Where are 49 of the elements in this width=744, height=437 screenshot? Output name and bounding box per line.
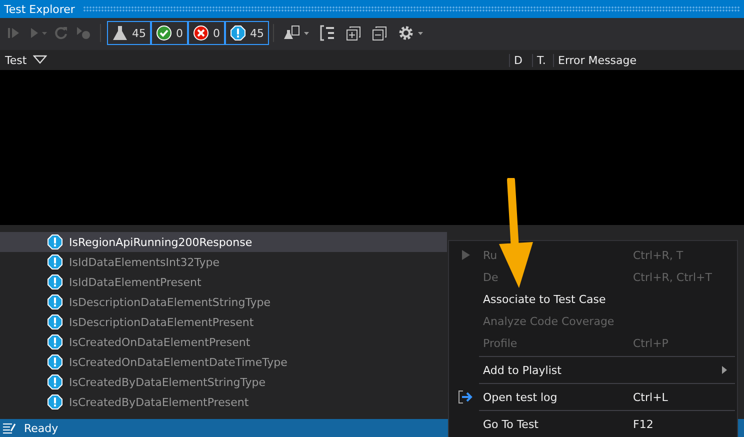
expand-all-icon[interactable] [346, 25, 362, 41]
cancel-icon [76, 26, 92, 40]
warning-icon [47, 394, 63, 410]
open-log-icon [458, 390, 474, 404]
filter-button[interactable]: 0 [188, 21, 225, 45]
menu-item[interactable]: Add to Playlist [449, 359, 737, 381]
menu-item[interactable]: Open test log Ctrl+L [449, 386, 737, 408]
filter-triangle-icon[interactable] [32, 55, 47, 65]
warning-icon [47, 334, 63, 350]
playlist-icon[interactable] [284, 25, 310, 41]
filter-button[interactable]: 45 [107, 21, 151, 45]
warning-icon [47, 234, 63, 250]
warning-icon [230, 25, 246, 41]
test-row[interactable]: IsCreatedOnDataElementDateTimeType [0, 352, 447, 372]
warning-icon [47, 254, 63, 270]
test-row[interactable]: IsRegionApiRunning200Response [0, 232, 447, 252]
status-text: Ready [24, 422, 58, 434]
column-header[interactable]: Test [0, 54, 27, 66]
warning-icon [47, 274, 63, 290]
menu-item[interactable]: Associate to Test Case [449, 288, 737, 310]
menu-item[interactable]: Go To Test F12 [449, 413, 737, 435]
play-icon [28, 26, 48, 40]
error-icon [193, 25, 209, 41]
warning-icon [47, 294, 63, 310]
submenu-arrow-icon [722, 366, 727, 374]
column-header[interactable]: T. [532, 54, 553, 66]
test-row[interactable]: IsIdDataElementsInt32Type [0, 252, 447, 272]
test-row[interactable]: IsCreatedOnDataElementPresent [0, 332, 447, 352]
column-header[interactable]: Error Message [553, 54, 744, 66]
refresh-icon [54, 26, 70, 40]
test-row[interactable]: IsCreatedByDataElementPresent [0, 392, 447, 412]
window-title: Test Explorer [4, 2, 75, 16]
test-row[interactable]: IsDescriptionDataElementStringType [0, 292, 447, 312]
filter-button[interactable]: 0 [151, 21, 188, 45]
warning-icon [47, 314, 63, 330]
test-row[interactable]: IsDescriptionDataElementPresent [0, 312, 447, 332]
filter-button[interactable]: 45 [225, 21, 269, 45]
check-icon [156, 25, 172, 41]
warning-icon [47, 354, 63, 370]
output-icon [2, 422, 16, 434]
test-row[interactable]: IsIdDataElementPresent [0, 272, 447, 292]
test-row[interactable]: IsCreatedByDataElementStringType [0, 372, 447, 392]
flask-icon [112, 25, 128, 41]
settings-icon[interactable] [398, 25, 426, 41]
group-by-icon[interactable] [320, 25, 336, 41]
collapse-all-icon[interactable] [372, 25, 388, 41]
column-header[interactable]: D [509, 54, 532, 66]
play-icon [461, 249, 471, 261]
warning-icon [47, 374, 63, 390]
